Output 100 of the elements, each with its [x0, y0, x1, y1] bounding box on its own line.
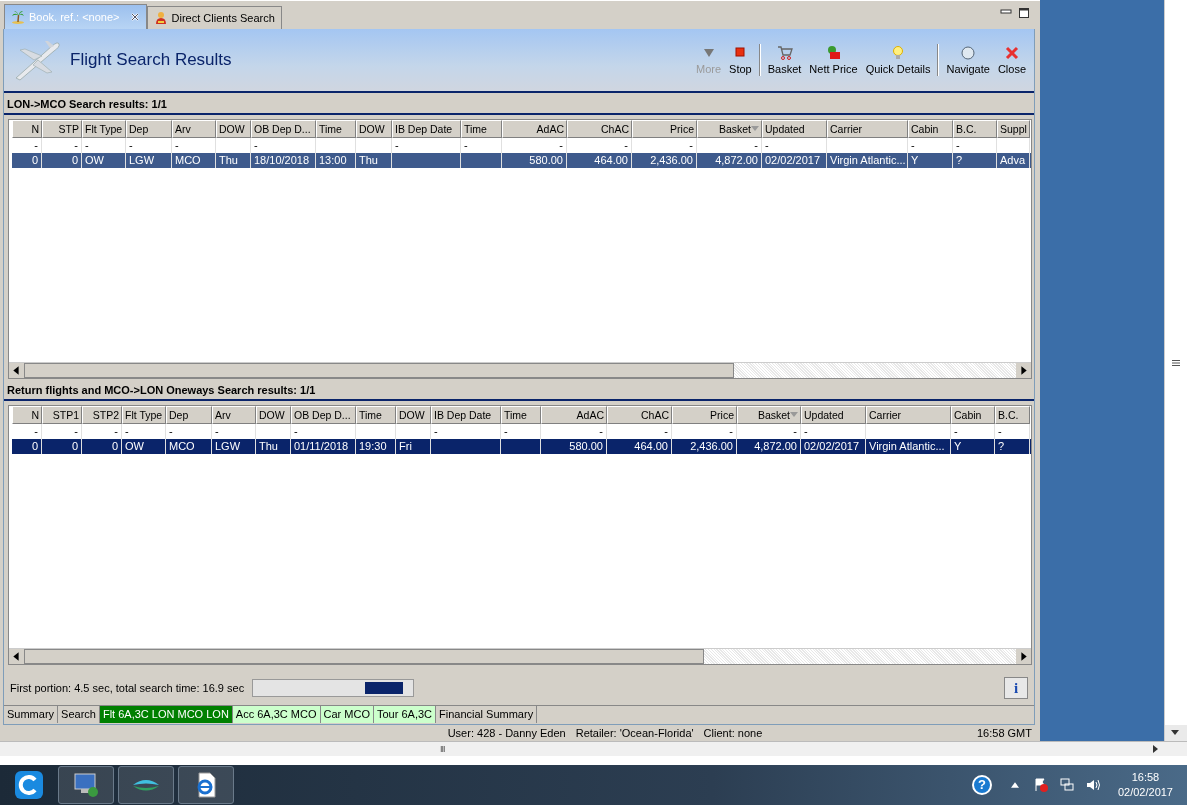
- toolbar-button[interactable]: Close: [993, 45, 1030, 75]
- filter-cell[interactable]: -: [793, 424, 797, 439]
- toolbar-button[interactable]: Quick Details: [861, 45, 935, 75]
- column-header[interactable]: STP: [42, 120, 82, 138]
- scroll-right-icon[interactable]: [1016, 649, 1031, 664]
- filter-cell[interactable]: -: [504, 424, 508, 439]
- taskbar-app-button[interactable]: [118, 766, 174, 804]
- column-header[interactable]: AdAC: [502, 120, 567, 138]
- filter-cell[interactable]: -: [689, 138, 693, 153]
- section-tab[interactable]: Financial Summary: [436, 706, 538, 723]
- filter-cell[interactable]: -: [599, 424, 603, 439]
- column-header[interactable]: OB Dep D...: [251, 120, 316, 138]
- column-header[interactable]: Carrier: [827, 120, 908, 138]
- column-header[interactable]: B.C.: [953, 120, 997, 138]
- filter-cell[interactable]: -: [754, 138, 758, 153]
- flag-icon[interactable]: [1032, 777, 1049, 793]
- taskbar-app-button[interactable]: [178, 766, 234, 804]
- filter-cell[interactable]: -: [804, 424, 808, 439]
- column-header[interactable]: DOW: [396, 406, 431, 424]
- column-header[interactable]: Basket: [697, 120, 762, 138]
- column-header[interactable]: Time: [461, 120, 502, 138]
- filter-cell[interactable]: -: [215, 424, 219, 439]
- help-button[interactable]: ?: [971, 775, 992, 795]
- column-header[interactable]: IB Dep Date: [392, 120, 461, 138]
- filter-cell[interactable]: -: [74, 424, 78, 439]
- column-header[interactable]: Cabin: [951, 406, 995, 424]
- filter-cell[interactable]: -: [175, 138, 179, 153]
- column-header[interactable]: Time: [316, 120, 356, 138]
- horizontal-scrollbar[interactable]: [9, 648, 1031, 664]
- filter-cell[interactable]: -: [911, 138, 915, 153]
- column-header[interactable]: ChAC: [567, 120, 632, 138]
- column-header[interactable]: B.C.: [995, 406, 1030, 424]
- filter-cell[interactable]: -: [125, 424, 129, 439]
- filter-cell[interactable]: -: [85, 138, 89, 153]
- column-header[interactable]: Cabin: [908, 120, 953, 138]
- filter-cell[interactable]: -: [129, 138, 133, 153]
- column-header[interactable]: STP2: [82, 406, 122, 424]
- filter-cell[interactable]: -: [998, 424, 1002, 439]
- filter-cell[interactable]: -: [169, 424, 173, 439]
- column-header[interactable]: Dep: [166, 406, 212, 424]
- section-tab[interactable]: Summary: [4, 706, 59, 723]
- filter-cell[interactable]: -: [954, 424, 958, 439]
- scroll-right-icon[interactable]: [1016, 363, 1031, 378]
- maximize-icon[interactable]: [1018, 7, 1030, 19]
- toolbar-button[interactable]: Nett Price: [805, 45, 862, 75]
- column-header[interactable]: Flt Type: [122, 406, 166, 424]
- column-header[interactable]: AdAC: [541, 406, 607, 424]
- filter-cell[interactable]: -: [294, 424, 298, 439]
- section-tab[interactable]: Flt 6A,3C LON MCO LON: [99, 706, 233, 723]
- filter-cell[interactable]: -: [464, 138, 468, 153]
- scroll-thumb[interactable]: [24, 649, 704, 664]
- column-header[interactable]: ChAC: [607, 406, 672, 424]
- speaker-icon[interactable]: [1084, 777, 1101, 793]
- filter-cell[interactable]: -: [74, 138, 78, 153]
- filter-cell[interactable]: -: [664, 424, 668, 439]
- info-button[interactable]: i: [1004, 677, 1028, 699]
- horizontal-scrollbar[interactable]: [9, 362, 1031, 378]
- column-header[interactable]: DOW: [256, 406, 291, 424]
- document-tab[interactable]: Direct Clients Search: [146, 6, 282, 29]
- column-header[interactable]: N: [12, 406, 42, 424]
- column-header[interactable]: DOW: [356, 120, 392, 138]
- column-header[interactable]: Time: [356, 406, 396, 424]
- section-tab[interactable]: Search: [58, 706, 100, 723]
- column-header[interactable]: Flt Type: [82, 120, 126, 138]
- filter-cell[interactable]: -: [34, 424, 38, 439]
- column-header[interactable]: Arv: [212, 406, 256, 424]
- filter-cell[interactable]: -: [395, 138, 399, 153]
- scroll-thumb[interactable]: [24, 363, 734, 378]
- filter-cell[interactable]: -: [765, 138, 769, 153]
- column-header[interactable]: Dep: [126, 120, 172, 138]
- scroll-left-icon[interactable]: [9, 649, 24, 664]
- column-header[interactable]: Basket: [737, 406, 801, 424]
- column-header[interactable]: Carrier: [866, 406, 951, 424]
- filter-cell[interactable]: -: [624, 138, 628, 153]
- table-row[interactable]: 0 0 0 OW MCO LGW Thu 01/11/2018 19:30 Fri 580.00 464.00 2,436.00 4,872.00 02/02/2017 Virgin Atlantic... Y ?: [12, 439, 1031, 454]
- filter-cell[interactable]: -: [114, 424, 118, 439]
- filter-cell[interactable]: -: [34, 138, 38, 153]
- column-header[interactable]: Suppl: [997, 120, 1030, 138]
- scroll-left-icon[interactable]: [9, 363, 24, 378]
- filter-cell[interactable]: -: [559, 138, 563, 153]
- section-tab[interactable]: Car MCO: [320, 706, 374, 723]
- column-header[interactable]: Updated: [801, 406, 866, 424]
- column-header[interactable]: IB Dep Date: [431, 406, 501, 424]
- column-header[interactable]: Price: [672, 406, 737, 424]
- toolbar-button[interactable]: Basket: [763, 45, 806, 75]
- column-header[interactable]: DOW: [216, 120, 251, 138]
- close-icon[interactable]: [129, 12, 140, 22]
- column-header[interactable]: N: [12, 120, 42, 138]
- filter-cell[interactable]: -: [434, 424, 438, 439]
- clock[interactable]: 16:58 02/02/2017: [1107, 770, 1187, 800]
- vertical-scrollbar[interactable]: [1164, 0, 1187, 742]
- column-header[interactable]: Price: [632, 120, 697, 138]
- column-header[interactable]: Time: [501, 406, 541, 424]
- toolbar-button[interactable]: Stop: [725, 45, 756, 75]
- table-row[interactable]: 0 0 OW LGW MCO Thu 18/10/2018 13:00 Thu 580.00 464.00 2,436.00 4,872.00 02/02/2017 Virgin Atlantic... Y ? Adva: [12, 153, 1031, 168]
- filter-cell[interactable]: -: [956, 138, 960, 153]
- section-tab[interactable]: Acc 6A,3C MCO: [232, 706, 321, 723]
- toolbar-button[interactable]: Navigate: [942, 45, 994, 75]
- column-header[interactable]: OB Dep D...: [291, 406, 356, 424]
- filter-cell[interactable]: -: [254, 138, 258, 153]
